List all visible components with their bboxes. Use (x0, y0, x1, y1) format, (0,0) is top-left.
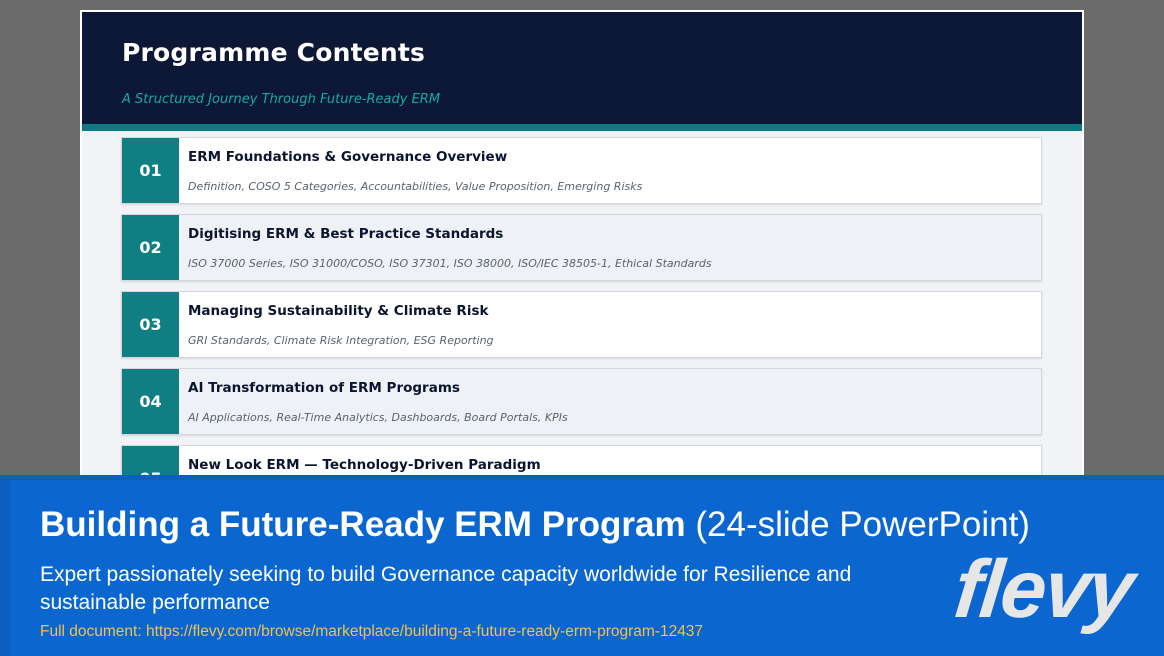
item-title: ERM Foundations & Governance Overview (188, 149, 508, 165)
item-number: 03 (122, 292, 179, 357)
item-title: Managing Sustainability & Climate Risk (188, 303, 489, 319)
item-title: Digitising ERM & Best Practice Standards (188, 226, 504, 242)
document-link[interactable]: Full document: https://flevy.com/browse/… (40, 623, 703, 641)
item-title: New Look ERM — Technology-Driven Paradig… (188, 457, 541, 473)
slide-preview: Programme Contents A Structured Journey … (80, 10, 1084, 480)
document-description: Expert passionately seeking to build Gov… (40, 563, 852, 614)
document-title-main: Building a Future-Ready ERM Program (40, 505, 686, 544)
item-number: 04 (122, 369, 179, 434)
item-number: 01 (122, 138, 179, 203)
item-description: ISO 37000 Series, ISO 31000/COSO, ISO 37… (188, 257, 712, 270)
slide-subtitle: A Structured Journey Through Future-Read… (122, 92, 441, 107)
item-description: AI Applications, Real-Time Analytics, Da… (188, 411, 568, 424)
list-item: 01 ERM Foundations & Governance Overview… (121, 137, 1042, 204)
list-item: 03 Managing Sustainability & Climate Ris… (121, 291, 1042, 358)
item-title: AI Transformation of ERM Programs (188, 380, 460, 396)
slide-header: Programme Contents A Structured Journey … (82, 12, 1082, 124)
item-number: 02 (122, 215, 179, 280)
header-divider (82, 124, 1082, 131)
list-item: 02 Digitising ERM & Best Practice Standa… (121, 214, 1042, 281)
flevy-logo[interactable]: flevy (950, 544, 1136, 635)
document-title: Building a Future-Ready ERM Program (24-… (40, 505, 1030, 545)
slide-title: Programme Contents (122, 38, 426, 67)
item-description: GRI Standards, Climate Risk Integration,… (188, 334, 494, 347)
item-description: Definition, COSO 5 Categories, Accountab… (188, 180, 643, 193)
list-item: 04 AI Transformation of ERM Programs AI … (121, 368, 1042, 435)
document-title-format: (24-slide PowerPoint) (695, 505, 1030, 544)
